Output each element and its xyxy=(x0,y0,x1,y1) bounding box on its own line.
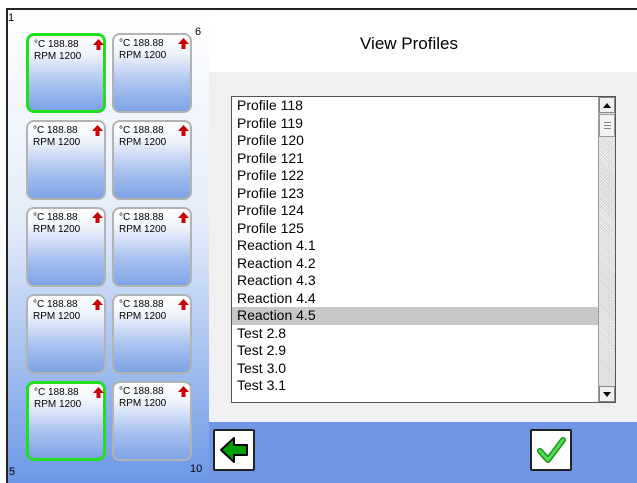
profile-list-item[interactable]: Reaction 4.5 xyxy=(232,307,598,325)
corner-label-bottom-right: 10 xyxy=(190,463,203,475)
vessel-panel: 1 6 5 10 °C 188.88 RPM 1200 °C 188.88 RPM 1… xyxy=(8,10,209,483)
green-checkmark-icon xyxy=(537,437,566,463)
tile-rpm: RPM 1200 xyxy=(119,137,167,148)
tile-temperature: °C 188.88 xyxy=(33,212,78,223)
red-up-arrow-icon xyxy=(92,212,103,223)
profile-list-items: Profile 118 Profile 119 Profile 120 Profile… xyxy=(232,97,598,395)
red-up-arrow-icon xyxy=(93,387,104,398)
triangle-down-icon xyxy=(603,392,611,397)
vessel-tile[interactable]: °C 188.88 RPM 1200 xyxy=(26,120,106,200)
tile-temperature: °C 188.88 xyxy=(33,125,78,136)
scroll-down-button[interactable] xyxy=(599,386,615,402)
tile-rpm: RPM 1200 xyxy=(119,224,167,235)
profile-list-item[interactable]: Reaction 4.1 xyxy=(232,237,598,255)
content-area: Profile 118 Profile 119 Profile 120 Profile… xyxy=(209,72,637,422)
tile-temperature: °C 188.88 xyxy=(33,299,78,310)
profile-list-item[interactable]: Profile 122 xyxy=(232,167,598,185)
corner-label-top-right: 6 xyxy=(195,26,202,38)
tile-temperature: °C 188.88 xyxy=(119,212,164,223)
tile-temperature: °C 188.88 xyxy=(119,38,164,49)
page-title: View Profiles xyxy=(360,34,458,53)
red-up-arrow-icon xyxy=(178,212,189,223)
tile-temperature: °C 188.88 xyxy=(119,125,164,136)
back-button[interactable] xyxy=(213,429,255,471)
red-up-arrow-icon xyxy=(178,299,189,310)
red-up-arrow-icon xyxy=(92,299,103,310)
profile-list[interactable]: Profile 118 Profile 119 Profile 120 Profile… xyxy=(231,96,616,403)
tile-rpm: RPM 1200 xyxy=(33,224,81,235)
vessel-tile[interactable]: °C 188.88 RPM 1200 xyxy=(112,207,192,287)
profile-list-item[interactable]: Profile 125 xyxy=(232,220,598,238)
corner-label-bottom-left: 5 xyxy=(9,466,16,478)
profile-list-item[interactable]: Profile 118 xyxy=(232,97,598,115)
profile-list-item[interactable]: Reaction 4.2 xyxy=(232,255,598,273)
profile-list-item[interactable]: Test 2.8 xyxy=(232,325,598,343)
ok-button[interactable] xyxy=(530,429,572,471)
scrollbar[interactable] xyxy=(598,97,615,402)
tile-temperature: °C 188.88 xyxy=(119,299,164,310)
scroll-thumb[interactable] xyxy=(599,114,615,137)
thumb-grip xyxy=(604,128,611,129)
profile-list-item[interactable]: Test 3.0 xyxy=(232,360,598,378)
profile-list-item[interactable]: Profile 120 xyxy=(232,132,598,150)
corner-label-top-left: 1 xyxy=(8,12,15,24)
red-up-arrow-icon xyxy=(93,39,104,50)
tile-rpm: RPM 1200 xyxy=(33,311,81,322)
tile-temperature: °C 188.88 xyxy=(119,386,164,397)
profile-list-item[interactable]: Test 2.9 xyxy=(232,342,598,360)
tile-rpm: RPM 1200 xyxy=(34,399,82,410)
vessel-tile[interactable]: °C 188.88 RPM 1200 xyxy=(26,207,106,287)
vessel-tile[interactable]: °C 188.88 RPM 1200 xyxy=(112,294,192,374)
vessel-tile[interactable]: °C 188.88 RPM 1200 xyxy=(112,120,192,200)
application-frame: 1 6 5 10 °C 188.88 RPM 1200 °C 188.88 RPM 1… xyxy=(6,8,637,483)
tile-rpm: RPM 1200 xyxy=(119,311,167,322)
vessel-tile[interactable]: °C 188.88 RPM 1200 xyxy=(112,33,192,113)
vessel-tile[interactable]: °C 188.88 RPM 1200 xyxy=(112,381,192,461)
red-up-arrow-icon xyxy=(92,125,103,136)
vessel-tile[interactable]: °C 188.88 RPM 1200 xyxy=(26,294,106,374)
profile-list-item[interactable]: Profile 119 xyxy=(232,115,598,133)
bottom-toolbar xyxy=(209,422,637,483)
vessel-tile[interactable]: °C 188.88 RPM 1200 xyxy=(26,33,106,113)
thumb-grip xyxy=(604,125,611,126)
profile-list-item[interactable]: Test 3.1 xyxy=(232,377,598,395)
red-up-arrow-icon xyxy=(178,38,189,49)
profile-list-item[interactable]: Profile 121 xyxy=(232,150,598,168)
profile-list-item[interactable]: Reaction 4.4 xyxy=(232,290,598,308)
tile-rpm: RPM 1200 xyxy=(34,51,82,62)
tile-rpm: RPM 1200 xyxy=(33,137,81,148)
red-up-arrow-icon xyxy=(178,386,189,397)
tile-temperature: °C 188.88 xyxy=(34,387,79,398)
header: View Profiles xyxy=(209,10,637,72)
red-up-arrow-icon xyxy=(178,125,189,136)
tile-rpm: RPM 1200 xyxy=(119,50,167,61)
profile-list-item[interactable]: Reaction 4.3 xyxy=(232,272,598,290)
tile-temperature: °C 188.88 xyxy=(34,39,79,50)
scroll-up-button[interactable] xyxy=(599,97,615,113)
profile-list-item[interactable]: Profile 124 xyxy=(232,202,598,220)
thumb-grip xyxy=(604,122,611,123)
triangle-up-icon xyxy=(603,103,611,108)
green-left-arrow-icon xyxy=(220,437,248,463)
vessel-tile[interactable]: °C 188.88 RPM 1200 xyxy=(26,381,106,461)
tile-rpm: RPM 1200 xyxy=(119,398,167,409)
profile-list-item[interactable]: Profile 123 xyxy=(232,185,598,203)
